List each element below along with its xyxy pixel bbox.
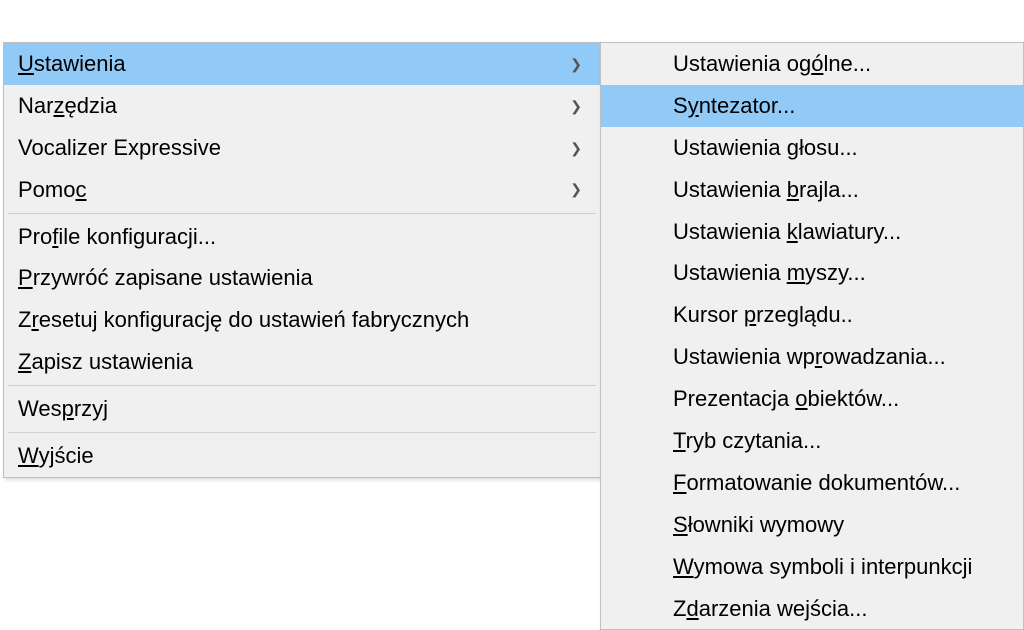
- menu-item[interactable]: Narzędzia ❯: [4, 85, 600, 127]
- submenu-item-label: Ustawienia wprowadzania...: [673, 341, 946, 373]
- menu-group-4: Wyjście: [4, 435, 600, 477]
- submenu-item-label: Formatowanie dokumentów...: [673, 467, 960, 499]
- submenu-item-label: Ustawienia ogólne...: [673, 48, 871, 80]
- submenu-item-label: Tryb czytania...: [673, 425, 821, 457]
- submenu-item-label: Kursor przeglądu..: [673, 299, 853, 331]
- submenu-item[interactable]: Prezentacja obiektów...: [601, 378, 1023, 420]
- menu-item[interactable]: Przywróć zapisane ustawienia: [4, 257, 600, 299]
- submenu-item-label: Ustawienia głosu...: [673, 132, 858, 164]
- submenu-item-label: Wymowa symboli i interpunkcji: [673, 551, 972, 583]
- menu-item[interactable]: Zapisz ustawienia: [4, 341, 600, 383]
- menu-item-label: Pomoc: [18, 174, 86, 206]
- menu-item-label: Wesprzyj: [18, 393, 108, 425]
- submenu-item[interactable]: Tryb czytania...: [601, 420, 1023, 462]
- submenu-item[interactable]: Ustawienia głosu...: [601, 127, 1023, 169]
- submenu-item[interactable]: Słowniki wymowy: [601, 504, 1023, 546]
- menu-item[interactable]: Zresetuj konfigurację do ustawień fabryc…: [4, 299, 600, 341]
- submenu-item[interactable]: Zdarzenia wejścia...: [601, 588, 1023, 630]
- settings-submenu: Ustawienia ogólne... Syntezator... Ustawie…: [600, 42, 1024, 630]
- menu-separator: [8, 213, 596, 214]
- menu-item-label: Profile konfiguracji...: [18, 221, 216, 253]
- submenu-item[interactable]: Kursor przeglądu..: [601, 294, 1023, 336]
- menu-item-label: Ustawienia: [18, 48, 126, 80]
- menu-item[interactable]: Vocalizer Expressive ❯: [4, 127, 600, 169]
- main-context-menu: Ustawienia❯Narzędzia❯Vocalizer Expressiv…: [3, 42, 601, 478]
- submenu-item[interactable]: Ustawienia wprowadzania...: [601, 336, 1023, 378]
- menu-item-label: Zapisz ustawienia: [18, 346, 193, 378]
- submenu-item[interactable]: Ustawienia brajla...: [601, 169, 1023, 211]
- menu-item[interactable]: Pomoc ❯: [4, 169, 600, 211]
- submenu-item-label: Zdarzenia wejścia...: [673, 593, 867, 625]
- submenu-item[interactable]: Wymowa symboli i interpunkcji: [601, 546, 1023, 588]
- menu-item[interactable]: Profile konfiguracji...: [4, 216, 600, 258]
- menu-group-2: Profile konfiguracji... Przywróć zapisane…: [4, 216, 600, 384]
- submenu-item-label: Ustawienia brajla...: [673, 174, 859, 206]
- submenu-item[interactable]: Syntezator...: [601, 85, 1023, 127]
- submenu-item[interactable]: Ustawienia klawiatury...: [601, 211, 1023, 253]
- submenu-arrow-icon: ❯: [570, 96, 582, 116]
- submenu-item-label: Ustawienia myszy...: [673, 257, 866, 289]
- submenu-item[interactable]: Formatowanie dokumentów...: [601, 462, 1023, 504]
- submenu-item[interactable]: Ustawienia myszy...: [601, 252, 1023, 294]
- submenu-arrow-icon: ❯: [570, 54, 582, 74]
- menu-item-label: Wyjście: [18, 440, 94, 472]
- menu-separator: [8, 385, 596, 386]
- menu-item-label: Narzędzia: [18, 90, 117, 122]
- submenu-arrow-icon: ❯: [570, 138, 582, 158]
- submenu-item[interactable]: Ustawienia ogólne...: [601, 43, 1023, 85]
- menu-item[interactable]: Wesprzyj: [4, 388, 600, 430]
- menu-item-label: Przywróć zapisane ustawienia: [18, 262, 313, 294]
- submenu-item-label: Prezentacja obiektów...: [673, 383, 899, 415]
- submenu-arrow-icon: ❯: [570, 179, 582, 199]
- submenu-item-label: Ustawienia klawiatury...: [673, 216, 901, 248]
- menu-item[interactable]: Ustawienia ❯: [4, 43, 600, 85]
- menu-separator: [8, 432, 596, 433]
- submenu-item-label: Syntezator...: [673, 90, 795, 122]
- menu-group-3: Wesprzyj: [4, 388, 600, 430]
- menu-item-label: Vocalizer Expressive: [18, 132, 221, 164]
- submenu-item-label: Słowniki wymowy: [673, 509, 844, 541]
- menu-group-1: Ustawienia❯Narzędzia❯Vocalizer Expressiv…: [4, 43, 600, 211]
- menu-item-label: Zresetuj konfigurację do ustawień fabryc…: [18, 304, 469, 336]
- menu-item[interactable]: Wyjście: [4, 435, 600, 477]
